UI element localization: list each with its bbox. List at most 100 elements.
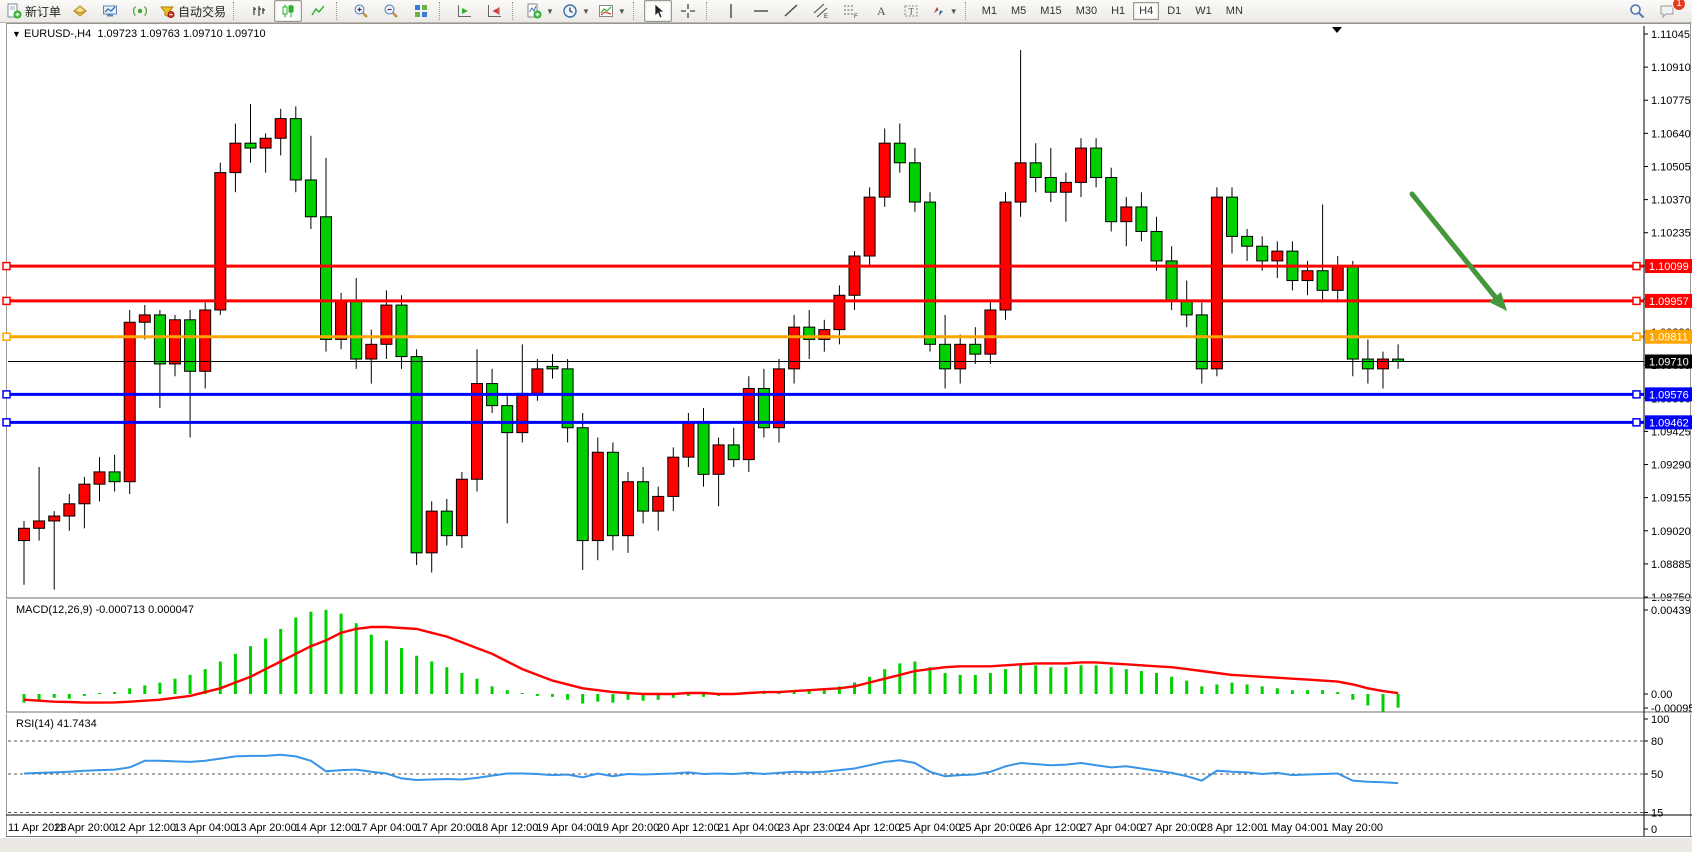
cursor-tool-button[interactable] [644, 0, 672, 22]
new-order-icon [6, 3, 22, 19]
line-chart-icon [310, 3, 326, 19]
new-order-button[interactable]: 新订单 [3, 0, 64, 22]
chart-shift-icon [486, 3, 502, 19]
auto-trading-button[interactable]: 自动交易 [156, 0, 229, 22]
profiles-button[interactable] [96, 0, 124, 22]
text-label-icon: T [903, 3, 919, 19]
templates-dropdown-caret[interactable]: ▼ [618, 7, 626, 16]
zoom-out-icon [383, 3, 399, 19]
svg-text:A: A [877, 4, 886, 18]
svg-text:1 May 20:00: 1 May 20:00 [1323, 822, 1384, 834]
text-tool-button[interactable]: A [867, 0, 895, 22]
channel-icon: E [813, 3, 829, 19]
svg-text:11 Apr 20:00: 11 Apr 20:00 [54, 822, 116, 834]
equidistant-channel-tool-button[interactable]: E [807, 0, 835, 22]
svg-text:1 May 04:00: 1 May 04:00 [1262, 822, 1323, 834]
zoom-out-button[interactable] [377, 0, 405, 22]
crosshair-tool-button[interactable] [674, 0, 702, 22]
indicators-icon [526, 3, 542, 19]
svg-text:14 Apr 12:00: 14 Apr 12:00 [295, 822, 357, 834]
toolbar-separator [439, 2, 446, 20]
candlestick-mode-button[interactable] [274, 0, 302, 22]
notifications-button[interactable]: 1 [1653, 0, 1681, 22]
timeframe-m1-button[interactable]: M1 [976, 2, 1003, 20]
timeframe-d1-button[interactable]: D1 [1161, 2, 1187, 20]
svg-text:50: 50 [1651, 769, 1663, 781]
svg-text:E: E [824, 14, 828, 19]
text-label-tool-button[interactable]: T [897, 0, 925, 22]
collapse-triangle-icon[interactable]: ▼ [12, 29, 21, 39]
svg-text:1.10775: 1.10775 [1651, 95, 1691, 107]
templates-button[interactable]: ▼ [595, 0, 629, 22]
svg-text:1.09811: 1.09811 [1649, 332, 1688, 344]
svg-text:100: 100 [1651, 714, 1669, 726]
timeframe-m30-button[interactable]: M30 [1070, 2, 1103, 20]
search-button[interactable] [1623, 0, 1651, 22]
auto-scroll-button[interactable] [450, 0, 478, 22]
indicators-dropdown-caret[interactable]: ▼ [546, 7, 554, 16]
news-signal-button[interactable] [126, 0, 154, 22]
svg-text:1.09957: 1.09957 [1649, 296, 1689, 308]
toolbar-separator [336, 2, 343, 20]
svg-text:24 Apr 12:00: 24 Apr 12:00 [838, 822, 900, 834]
svg-text:1.09710: 1.09710 [1649, 356, 1689, 368]
arrows-tool-icon [930, 3, 946, 19]
svg-text:1.10505: 1.10505 [1651, 161, 1691, 173]
timeframe-mn-button[interactable]: MN [1220, 2, 1249, 20]
trendline-tool-button[interactable] [777, 0, 805, 22]
market-watch-button[interactable] [66, 0, 94, 22]
periods-button[interactable]: ▼ [559, 0, 593, 22]
svg-text:1.09155: 1.09155 [1651, 493, 1691, 505]
arrows-dropdown-caret[interactable]: ▼ [950, 7, 958, 16]
toolbar-separator [233, 2, 240, 20]
macd-indicator-label: MACD(12,26,9) -0.000713 0.000047 [16, 604, 194, 616]
timeframe-h4-button[interactable]: H4 [1133, 2, 1159, 20]
svg-text:80: 80 [1651, 736, 1663, 748]
indicators-button[interactable]: ▼ [523, 0, 557, 22]
line-chart-mode-button[interactable] [304, 0, 332, 22]
chart-shift-button[interactable] [480, 0, 508, 22]
svg-text:1.09020: 1.09020 [1651, 526, 1691, 538]
horizontal-line-tool-button[interactable] [747, 0, 775, 22]
mt4-application-window: { "toolbar": { "new_order_label": "新订单",… [0, 0, 1692, 852]
bar-chart-mode-button[interactable] [244, 0, 272, 22]
svg-text:21 Apr 04:00: 21 Apr 04:00 [718, 822, 780, 834]
timeframe-m15-button[interactable]: M15 [1034, 2, 1067, 20]
timeframe-w1-button[interactable]: W1 [1189, 2, 1218, 20]
timeframe-h1-button[interactable]: H1 [1105, 2, 1131, 20]
auto-trading-label: 自动交易 [178, 3, 226, 20]
svg-text:13 Apr 04:00: 13 Apr 04:00 [174, 822, 236, 834]
svg-text:F: F [854, 14, 858, 19]
new-order-label: 新订单 [25, 3, 61, 20]
zoom-in-button[interactable] [347, 0, 375, 22]
symbol-period-label: EURUSD-,H4 [24, 28, 91, 40]
profiles-icon [102, 3, 118, 19]
svg-text:17 Apr 04:00: 17 Apr 04:00 [355, 822, 417, 834]
text-icon: A [873, 3, 889, 19]
periods-dropdown-caret[interactable]: ▼ [582, 7, 590, 16]
trendline-icon [783, 3, 799, 19]
tile-windows-button[interactable] [407, 0, 435, 22]
svg-text:1.09290: 1.09290 [1651, 460, 1691, 472]
zoom-in-icon [353, 3, 369, 19]
horizontal-line-icon [753, 3, 769, 19]
arrows-tool-button[interactable]: ▼ [927, 0, 961, 22]
fibonacci-tool-button[interactable]: F [837, 0, 865, 22]
rsi-indicator-label: RSI(14) 41.7434 [16, 718, 97, 730]
svg-text:T: T [908, 7, 914, 17]
toolbar-separator [633, 2, 640, 20]
svg-text:27 Apr 04:00: 27 Apr 04:00 [1080, 822, 1142, 834]
svg-text:0.00: 0.00 [1651, 689, 1672, 701]
bar-chart-icon [250, 3, 266, 19]
svg-text:26 Apr 12:00: 26 Apr 12:00 [1020, 822, 1082, 834]
candlestick-icon [280, 3, 296, 19]
svg-text:0.00439: 0.00439 [1651, 605, 1691, 617]
svg-text:19 Apr 20:00: 19 Apr 20:00 [597, 822, 659, 834]
chart-canvas[interactable]: 1.110451.109101.107751.106401.105051.103… [0, 0, 1692, 852]
svg-text:1.10235: 1.10235 [1651, 228, 1691, 240]
notification-count-badge: 1 [1672, 0, 1686, 11]
svg-text:1.10099: 1.10099 [1649, 261, 1689, 273]
fibonacci-icon: F [843, 3, 859, 19]
timeframe-m5-button[interactable]: M5 [1005, 2, 1032, 20]
vertical-line-tool-button[interactable] [717, 0, 745, 22]
